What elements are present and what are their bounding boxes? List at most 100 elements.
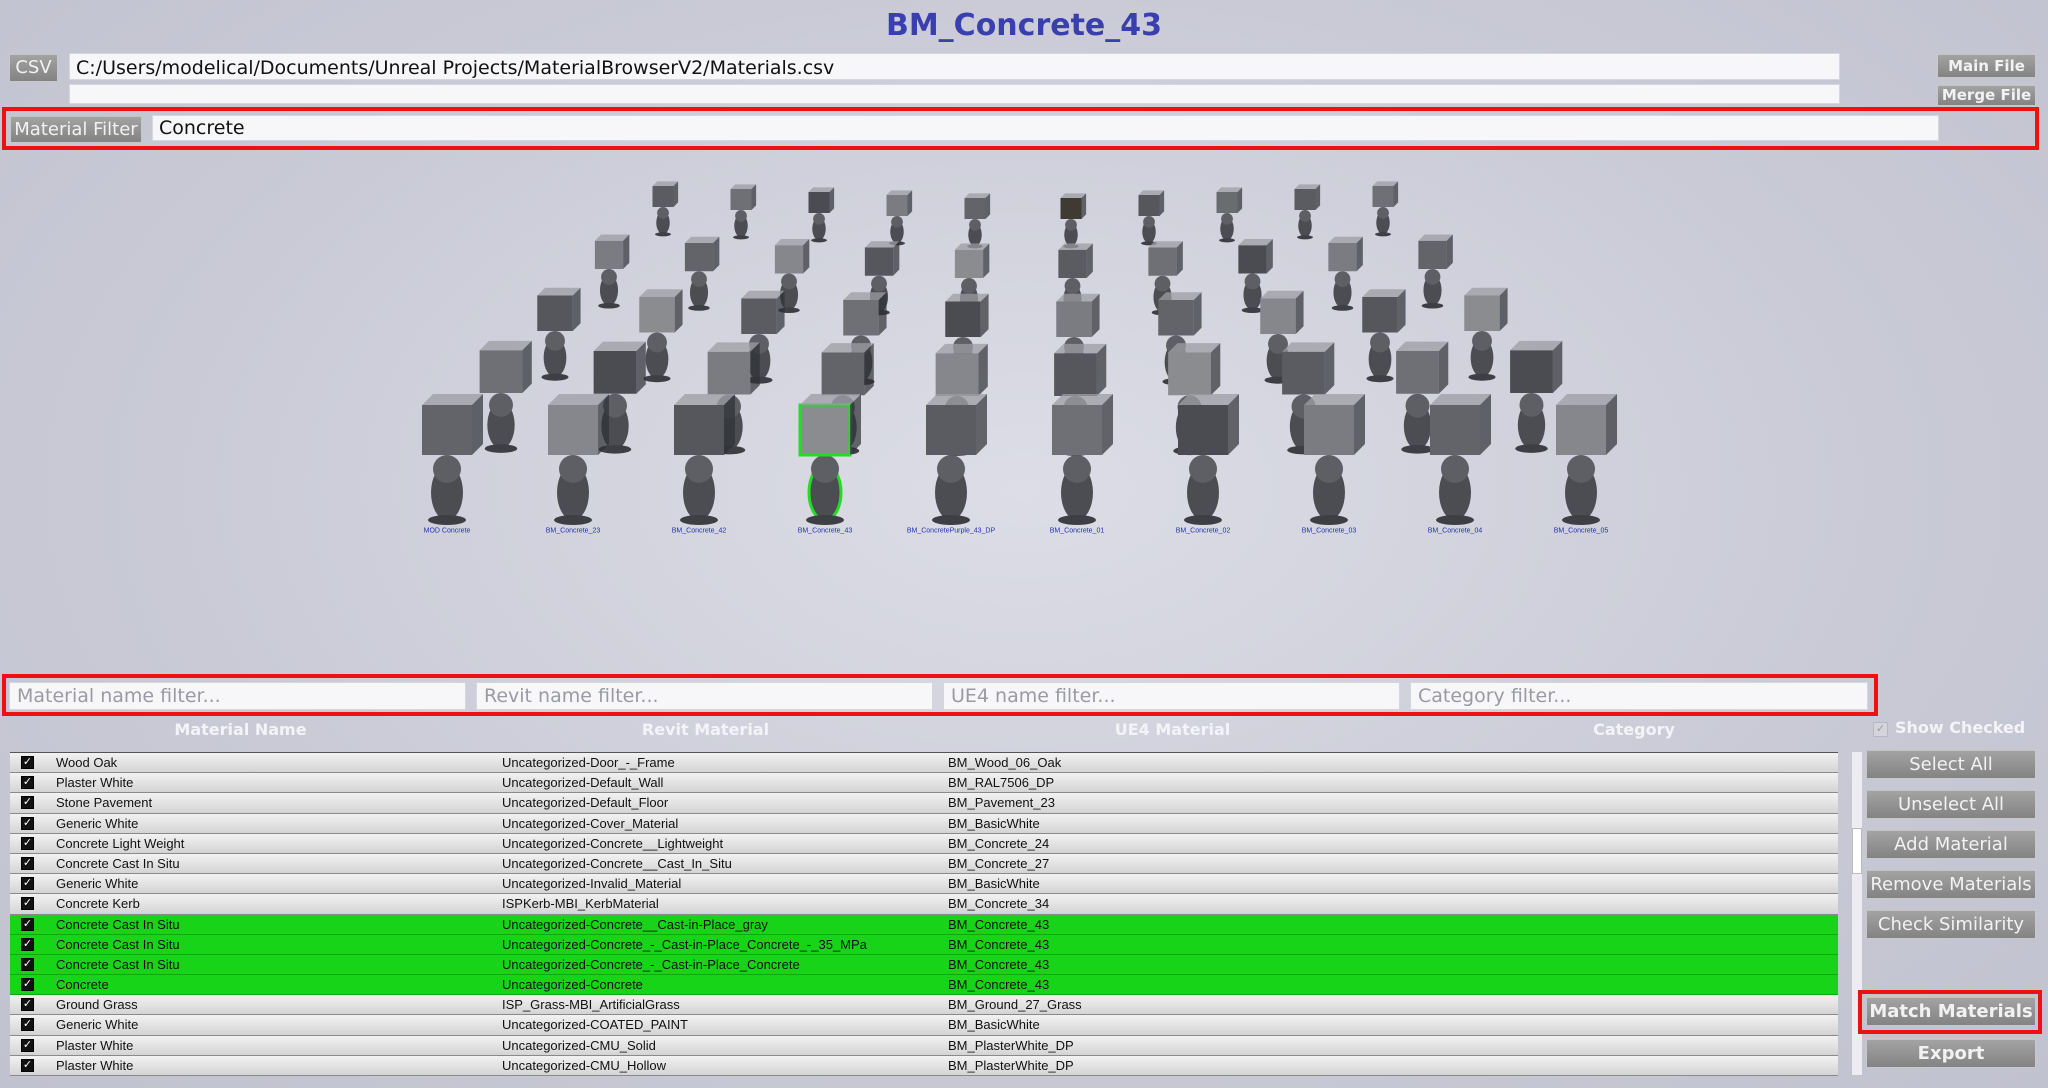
row-checkbox[interactable]: ✓ — [21, 998, 34, 1012]
table-row[interactable]: ✓ Concrete Kerb ISPKerb-MBI_KerbMaterial BM… — [10, 894, 1838, 915]
material-filter-label[interactable]: Material Filter — [10, 115, 142, 143]
material-cube[interactable] — [1372, 181, 1399, 237]
material-cube[interactable] — [594, 234, 630, 309]
material-cube-grid[interactable]: MOD Concrete BM_Concrete_23 BM_Concrete_42… — [0, 150, 2048, 670]
material-cube[interactable] — [1138, 190, 1165, 246]
material-cube-label: BM_Concrete_43 — [798, 528, 853, 535]
material-cube[interactable] — [652, 181, 679, 237]
column-material-name[interactable]: Material Name — [9, 720, 472, 739]
material-cube[interactable] — [1328, 236, 1363, 311]
row-material-name: Plaster White — [56, 775, 134, 791]
row-ue4-material: BM_Pavement_23 — [948, 795, 1055, 811]
merge-path-field[interactable] — [69, 84, 1840, 104]
table-row[interactable]: ✓ Concrete Cast In Situ Uncategorized-Conc… — [10, 853, 1838, 875]
row-checkbox[interactable]: ✓ — [21, 957, 34, 971]
table-row[interactable]: ✓ Ground Grass ISP_Grass-MBI_ArtificialGra… — [10, 995, 1838, 1016]
add-material-button[interactable]: Add Material — [1866, 829, 2036, 859]
select-all-button[interactable]: Select All — [1866, 749, 2036, 779]
column-category[interactable]: Category — [1406, 720, 1862, 739]
table-row[interactable]: ✓ Generic White Uncategorized-Cover_Materi… — [10, 813, 1838, 834]
row-ue4-material: BM_PlasterWhite_DP — [948, 1057, 1074, 1073]
material-cube[interactable] — [674, 394, 735, 525]
row-checkbox[interactable]: ✓ — [21, 1058, 34, 1072]
column-ue4-material[interactable]: UE4 Material — [939, 720, 1406, 739]
material-name-filter[interactable] — [9, 682, 466, 710]
row-revit-material: Uncategorized-Default_Wall — [502, 775, 664, 791]
material-cube[interactable] — [1510, 340, 1563, 453]
row-checkbox[interactable]: ✓ — [21, 917, 34, 931]
material-cube[interactable] — [964, 193, 991, 249]
row-checkbox[interactable]: ✓ — [21, 937, 34, 951]
material-cube[interactable] — [1178, 394, 1239, 525]
table-scrollbar-thumb[interactable] — [1852, 828, 1862, 874]
remove-materials-button[interactable]: Remove Materials — [1866, 869, 2036, 899]
table-row[interactable]: ✓ Generic White Uncategorized-COATED_PAINT… — [10, 1015, 1838, 1036]
row-checkbox[interactable]: ✓ — [21, 776, 34, 790]
table-row[interactable]: ✓ Concrete Cast In Situ Uncategorized-Conc… — [10, 934, 1838, 955]
material-cube[interactable] — [1060, 193, 1087, 249]
row-checkbox[interactable]: ✓ — [21, 877, 34, 891]
table-row[interactable]: ✓ Concrete Uncategorized-Concrete BM_Concre… — [10, 975, 1838, 996]
table-row[interactable]: ✓ Concrete Cast In Situ Uncategorized-Conc… — [10, 954, 1838, 976]
show-checked-label: Show Checked — [1895, 718, 2026, 737]
row-checkbox[interactable]: ✓ — [21, 816, 34, 830]
material-cube[interactable] — [479, 340, 532, 453]
table-row[interactable]: ✓ Wood Oak Uncategorized-Door_-_Frame BM_Wo… — [10, 753, 1838, 774]
row-ue4-material: BM_Concrete_43 — [948, 977, 1050, 993]
match-materials-button[interactable]: Match Materials — [1866, 996, 2036, 1026]
row-checkbox[interactable]: ✓ — [21, 796, 34, 810]
csv-button[interactable]: CSV — [9, 53, 58, 82]
row-ue4-material: BM_BasicWhite — [948, 876, 1040, 892]
ue4-name-filter[interactable] — [943, 682, 1400, 710]
row-checkbox[interactable]: ✓ — [21, 1018, 34, 1032]
table-row[interactable]: ✓ Concrete Cast In Situ Uncategorized-Conc… — [10, 914, 1838, 935]
material-cube[interactable] — [1052, 394, 1113, 525]
materials-table[interactable]: ✓ Wood Oak Uncategorized-Door_-_Frame BM_Wo… — [10, 752, 1838, 1076]
row-checkbox[interactable]: ✓ — [21, 978, 34, 992]
material-cube[interactable] — [422, 394, 483, 525]
material-cube[interactable] — [926, 394, 987, 525]
row-ue4-material: BM_Concrete_43 — [948, 916, 1050, 932]
table-row[interactable]: ✓ Stone Pavement Uncategorized-Default_Flo… — [10, 793, 1838, 814]
row-revit-material: Uncategorized-Concrete_-_Cast-in-Place_C… — [502, 936, 867, 952]
material-cube[interactable] — [1304, 394, 1365, 525]
material-preview-viewport[interactable]: MOD Concrete BM_Concrete_23 BM_Concrete_42… — [0, 150, 2048, 670]
table-row[interactable]: ✓ Concrete Light Weight Uncategorized-Conc… — [10, 833, 1838, 854]
material-cube[interactable] — [1556, 394, 1617, 525]
material-cube[interactable] — [548, 394, 609, 525]
unselect-all-button[interactable]: Unselect All — [1866, 789, 2036, 819]
category-filter[interactable] — [1410, 682, 1868, 710]
revit-name-filter[interactable] — [476, 682, 933, 710]
show-checked-checkbox[interactable]: ✓ — [1873, 722, 1888, 737]
material-cube[interactable] — [1430, 394, 1491, 525]
material-filter-input[interactable]: Concrete — [152, 115, 1939, 141]
material-cube[interactable] — [1216, 187, 1243, 243]
column-revit-material[interactable]: Revit Material — [472, 720, 939, 739]
material-cube[interactable] — [1464, 287, 1508, 381]
material-cube[interactable] — [808, 187, 835, 243]
material-cube[interactable] — [537, 287, 581, 381]
row-material-name: Concrete Cast In Situ — [56, 956, 180, 972]
table-row[interactable]: ✓ Plaster White Uncategorized-Default_Wall… — [10, 773, 1838, 794]
main-file-button[interactable]: Main File — [1937, 53, 2036, 78]
material-cube[interactable] — [1294, 184, 1321, 240]
row-checkbox[interactable]: ✓ — [21, 756, 34, 769]
export-button[interactable]: Export — [1866, 1038, 2036, 1068]
check-similarity-button[interactable]: Check Similarity — [1866, 909, 2036, 939]
row-checkbox[interactable]: ✓ — [21, 1038, 34, 1052]
material-cube[interactable] — [730, 184, 757, 240]
row-checkbox[interactable]: ✓ — [21, 897, 34, 911]
material-cube[interactable] — [886, 190, 913, 246]
table-row[interactable]: ✓ Plaster White Uncategorized-CMU_Solid BM_… — [10, 1035, 1838, 1056]
row-material-name: Concrete Cast In Situ — [56, 936, 180, 952]
row-checkbox[interactable]: ✓ — [21, 836, 34, 850]
material-cube[interactable] — [798, 394, 861, 525]
csv-path-field[interactable]: C:/Users/modelical/Documents/Unreal Proj… — [69, 53, 1840, 80]
merge-file-button[interactable]: Merge File — [1937, 84, 2036, 106]
table-row[interactable]: ✓ Generic White Uncategorized-Invalid_Mate… — [10, 874, 1838, 895]
material-cube[interactable] — [684, 236, 720, 311]
table-row[interactable]: ✓ Plaster White Uncategorized-CMU_Hollow BM… — [10, 1055, 1838, 1076]
row-checkbox[interactable]: ✓ — [21, 856, 34, 870]
row-material-name: Wood Oak — [56, 755, 118, 770]
material-cube[interactable] — [1418, 234, 1453, 309]
